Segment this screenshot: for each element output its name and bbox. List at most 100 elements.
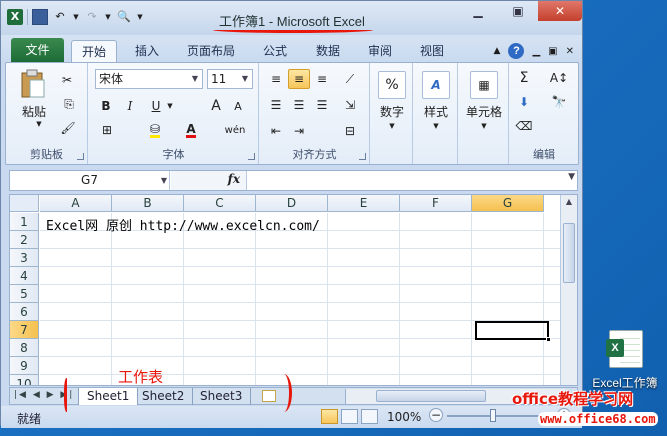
decrease-indent-icon[interactable]: ⇤ bbox=[266, 121, 286, 141]
clipboard-launcher-icon[interactable] bbox=[77, 153, 84, 160]
insert-worksheet-icon[interactable] bbox=[262, 390, 276, 402]
cells-dropdown-icon[interactable]: ▼ bbox=[477, 121, 491, 131]
doc-restore-icon[interactable]: ▣ bbox=[548, 46, 557, 57]
clear-icon[interactable]: ⌫ bbox=[514, 117, 534, 135]
align-center-icon[interactable]: ☰ bbox=[288, 95, 310, 115]
active-cell-g7[interactable] bbox=[475, 321, 549, 340]
normal-view-icon[interactable] bbox=[321, 409, 338, 424]
row-header[interactable]: 5 bbox=[10, 285, 39, 303]
tab-review[interactable]: 审阅 bbox=[358, 40, 402, 62]
group-number[interactable]: % 数字 ▼ bbox=[371, 63, 413, 164]
tab-file[interactable]: 文件 bbox=[11, 38, 64, 62]
close-button[interactable]: ✕ bbox=[538, 1, 582, 21]
maximize-button[interactable]: ▣ bbox=[498, 1, 538, 21]
row-header[interactable]: 3 bbox=[10, 249, 39, 267]
find-select-icon[interactable]: 🔭 bbox=[546, 93, 572, 111]
column-header[interactable]: F bbox=[400, 195, 472, 212]
number-button-label[interactable]: 数字 bbox=[371, 103, 413, 119]
fill-color-icon[interactable]: ⛁ bbox=[145, 121, 165, 139]
paste-button[interactable]: 粘贴 bbox=[18, 103, 50, 119]
font-name-select[interactable]: 宋体 ▼ bbox=[95, 69, 203, 89]
formula-input[interactable] bbox=[250, 171, 561, 190]
row-header[interactable]: 6 bbox=[10, 303, 39, 321]
help-icon[interactable]: ? bbox=[508, 43, 525, 59]
cell-a1[interactable]: Excel网 原创 http://www.excelcn.com/ bbox=[46, 215, 320, 234]
save-icon[interactable] bbox=[32, 9, 48, 25]
page-layout-view-icon[interactable] bbox=[341, 409, 358, 424]
fill-handle[interactable] bbox=[546, 337, 551, 342]
tab-data[interactable]: 数据 bbox=[306, 40, 350, 62]
font-size-dropdown-icon[interactable]: ▼ bbox=[238, 70, 252, 88]
sort-filter-icon[interactable]: A↕ bbox=[546, 69, 572, 87]
tab-formulas[interactable]: 公式 bbox=[253, 40, 297, 62]
zoom-slider-thumb[interactable] bbox=[490, 409, 496, 422]
align-top-icon[interactable]: ≡ bbox=[266, 69, 286, 89]
align-right-icon[interactable]: ☰ bbox=[312, 95, 332, 115]
column-header[interactable]: D bbox=[256, 195, 328, 212]
paste-dropdown-icon[interactable]: ▼ bbox=[32, 119, 46, 129]
group-styles[interactable]: A 样式 ▼ bbox=[414, 63, 458, 164]
column-header[interactable]: E bbox=[328, 195, 400, 212]
zoom-out-button[interactable]: − bbox=[429, 408, 443, 422]
undo-dropdown-icon[interactable]: ▼ bbox=[72, 9, 80, 25]
print-preview-icon[interactable]: 🔍 bbox=[116, 9, 132, 25]
styles-icon[interactable]: A bbox=[422, 71, 450, 99]
number-format-icon[interactable]: % bbox=[378, 71, 406, 99]
redo-icon[interactable]: ↷ bbox=[84, 9, 100, 25]
row-header[interactable]: 2 bbox=[10, 231, 39, 249]
sheet-tab-sheet1[interactable]: Sheet1 bbox=[78, 388, 139, 405]
row-header[interactable]: 10 bbox=[10, 375, 39, 385]
scroll-up-arrow-icon[interactable]: ▲ bbox=[561, 195, 577, 209]
undo-icon[interactable]: ↶ bbox=[52, 9, 68, 25]
sheet-tab-sheet3[interactable]: Sheet3 bbox=[192, 388, 252, 405]
font-launcher-icon[interactable] bbox=[248, 153, 255, 160]
worksheet-grid[interactable]: A B C D E F G 1 2 3 4 5 6 7 8 9 10 Excel… bbox=[9, 194, 578, 386]
doc-close-icon[interactable]: ✕ bbox=[566, 46, 574, 57]
redo-dropdown-icon[interactable]: ▼ bbox=[104, 9, 112, 25]
customize-qat-icon[interactable]: ▼ bbox=[136, 9, 144, 25]
italic-button[interactable]: I bbox=[121, 97, 139, 115]
tab-insert[interactable]: 插入 bbox=[125, 40, 169, 62]
shrink-font-button[interactable]: A bbox=[229, 97, 247, 115]
underline-dropdown-icon[interactable]: ▼ bbox=[165, 101, 175, 111]
wrap-text-icon[interactable]: ⇲ bbox=[338, 95, 362, 115]
vertical-scroll-thumb[interactable] bbox=[563, 223, 575, 283]
paste-icon[interactable] bbox=[18, 69, 48, 99]
name-box-dropdown-icon[interactable]: ▼ bbox=[161, 171, 167, 190]
increase-indent-icon[interactable]: ⇥ bbox=[288, 121, 310, 141]
cut-icon[interactable]: ✂ bbox=[58, 71, 76, 89]
expand-formula-bar-icon[interactable]: ▼ bbox=[568, 172, 575, 182]
cells-button-label[interactable]: 单元格 bbox=[459, 103, 509, 119]
align-bottom-icon[interactable]: ≡ bbox=[312, 69, 332, 89]
column-header[interactable]: B bbox=[112, 195, 184, 212]
merge-center-icon[interactable]: ⊟ bbox=[338, 121, 362, 141]
cells-icon[interactable]: ▦ bbox=[470, 71, 498, 99]
align-middle-icon[interactable]: ≡ bbox=[288, 69, 310, 89]
doc-minimize-icon[interactable]: ▁ bbox=[532, 46, 540, 57]
number-dropdown-icon[interactable]: ▼ bbox=[385, 121, 399, 131]
bold-button[interactable]: B bbox=[97, 97, 115, 115]
orientation-icon[interactable]: ⟋ bbox=[338, 69, 362, 89]
group-cells[interactable]: ▦ 单元格 ▼ bbox=[459, 63, 509, 164]
align-left-icon[interactable]: ☰ bbox=[266, 95, 286, 115]
row-header[interactable]: 9 bbox=[10, 357, 39, 375]
styles-button-label[interactable]: 样式 bbox=[414, 103, 458, 119]
autosum-button[interactable]: Σ bbox=[514, 69, 534, 87]
phonetic-button[interactable]: wén bbox=[221, 121, 249, 139]
row-header[interactable]: 8 bbox=[10, 339, 39, 357]
fill-icon[interactable]: ⬇ bbox=[514, 93, 534, 111]
page-break-view-icon[interactable] bbox=[361, 409, 378, 424]
cell-area[interactable] bbox=[40, 213, 560, 385]
sheet-tab-sheet2[interactable]: Sheet2 bbox=[134, 388, 194, 405]
row-header-selected[interactable]: 7 bbox=[10, 321, 39, 339]
minimize-ribbon-icon[interactable]: ▲ bbox=[494, 46, 501, 56]
select-all-corner[interactable] bbox=[10, 195, 39, 212]
tab-view[interactable]: 视图 bbox=[410, 40, 454, 62]
font-size-select[interactable]: 11 ▼ bbox=[207, 69, 253, 89]
zoom-level[interactable]: 100% bbox=[387, 410, 421, 424]
tab-home[interactable]: 开始 bbox=[71, 40, 118, 62]
format-painter-icon[interactable]: 🖌 bbox=[58, 119, 78, 137]
excel-app-icon[interactable]: X bbox=[7, 9, 23, 25]
underline-button[interactable]: U bbox=[147, 97, 165, 115]
vertical-scrollbar[interactable]: ▲ bbox=[560, 195, 577, 385]
